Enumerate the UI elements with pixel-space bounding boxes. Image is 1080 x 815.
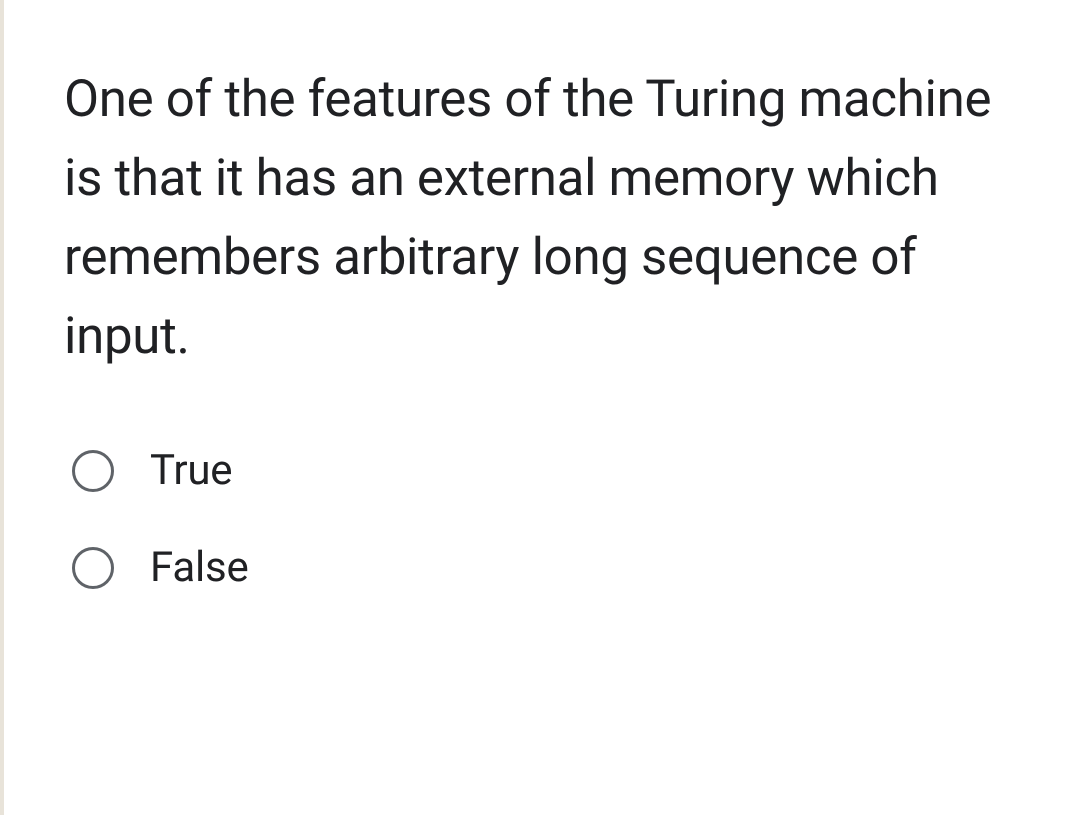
radio-icon <box>72 450 114 492</box>
option-label: False <box>150 543 249 592</box>
option-false[interactable]: False <box>72 543 1030 592</box>
question-container: One of the features of the Turing machin… <box>0 0 1080 815</box>
radio-icon <box>72 547 114 589</box>
question-text: One of the features of the Turing machin… <box>64 60 1030 376</box>
option-label: True <box>150 446 232 495</box>
option-true[interactable]: True <box>72 446 1030 495</box>
options-group: True False <box>64 446 1030 592</box>
